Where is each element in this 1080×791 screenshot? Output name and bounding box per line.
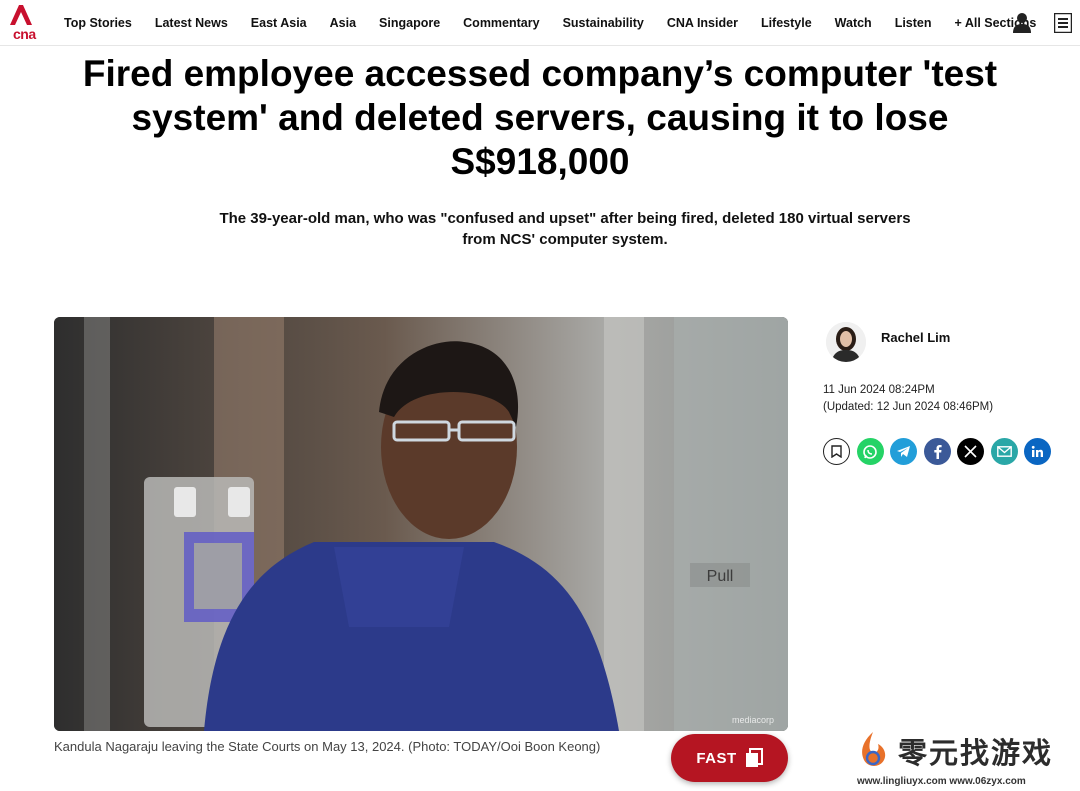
facebook-icon[interactable] bbox=[923, 438, 951, 465]
fast-button[interactable]: FAST bbox=[671, 734, 788, 782]
fast-button-label: FAST bbox=[696, 749, 737, 767]
nav-item-commentary[interactable]: Commentary bbox=[463, 16, 539, 30]
hero-image[interactable]: Pull mediacorp bbox=[54, 317, 788, 731]
x-icon[interactable] bbox=[957, 438, 984, 465]
author-name[interactable]: Rachel Lim bbox=[881, 330, 950, 345]
site-watermark: 零元找游戏 www.lingliuyx.com www.06zyx.com bbox=[848, 728, 1073, 788]
linkedin-icon[interactable] bbox=[1024, 438, 1051, 465]
author-avatar[interactable] bbox=[826, 322, 866, 362]
nav-item-listen[interactable]: Listen bbox=[895, 16, 932, 30]
user-icon[interactable] bbox=[1012, 12, 1032, 34]
article-headline: Fired employee accessed company’s comput… bbox=[82, 53, 998, 182]
logo-mark-icon bbox=[10, 5, 32, 25]
nav-items: Top Stories Latest News East Asia Asia S… bbox=[64, 0, 1036, 46]
nav-item-watch[interactable]: Watch bbox=[835, 16, 872, 30]
watermark-title: 零元找游戏 bbox=[898, 736, 1054, 770]
nav-item-sustainability[interactable]: Sustainability bbox=[563, 16, 644, 30]
nav-item-lifestyle[interactable]: Lifestyle bbox=[761, 16, 812, 30]
share-bar bbox=[823, 438, 1051, 465]
telegram-icon[interactable] bbox=[890, 438, 917, 465]
nav-item-east-asia[interactable]: East Asia bbox=[251, 16, 307, 30]
nav-item-latest-news[interactable]: Latest News bbox=[155, 16, 228, 30]
pull-sign-text: Pull bbox=[707, 568, 734, 585]
nav-item-cna-insider[interactable]: CNA Insider bbox=[667, 16, 738, 30]
published-date: 11 Jun 2024 08:24PM bbox=[823, 384, 935, 396]
article-subtitle: The 39-year-old man, who was "confused a… bbox=[219, 210, 911, 248]
nav-item-asia[interactable]: Asia bbox=[330, 16, 356, 30]
email-icon[interactable] bbox=[990, 438, 1018, 465]
cards-icon bbox=[745, 748, 763, 767]
bookmark-icon[interactable] bbox=[823, 438, 850, 465]
nav-item-top-stories[interactable]: Top Stories bbox=[64, 16, 132, 30]
mediacorp-watermark: mediacorp bbox=[731, 715, 774, 725]
cna-logo[interactable]: cna bbox=[6, 4, 36, 42]
updated-date: (Updated: 12 Jun 2024 08:46PM) bbox=[823, 401, 994, 413]
flame-logo-icon bbox=[856, 730, 890, 770]
watermark-urls: www.lingliuyx.com www.06zyx.com bbox=[857, 776, 1026, 787]
nav-item-singapore[interactable]: Singapore bbox=[379, 16, 440, 30]
top-nav: cna Top Stories Latest News East Asia As… bbox=[0, 0, 1080, 46]
menu-icon[interactable] bbox=[1053, 12, 1073, 34]
image-caption: Kandula Nagaraju leaving the State Court… bbox=[54, 739, 601, 754]
whatsapp-icon[interactable] bbox=[856, 438, 884, 465]
logo-text: cna bbox=[13, 26, 36, 42]
